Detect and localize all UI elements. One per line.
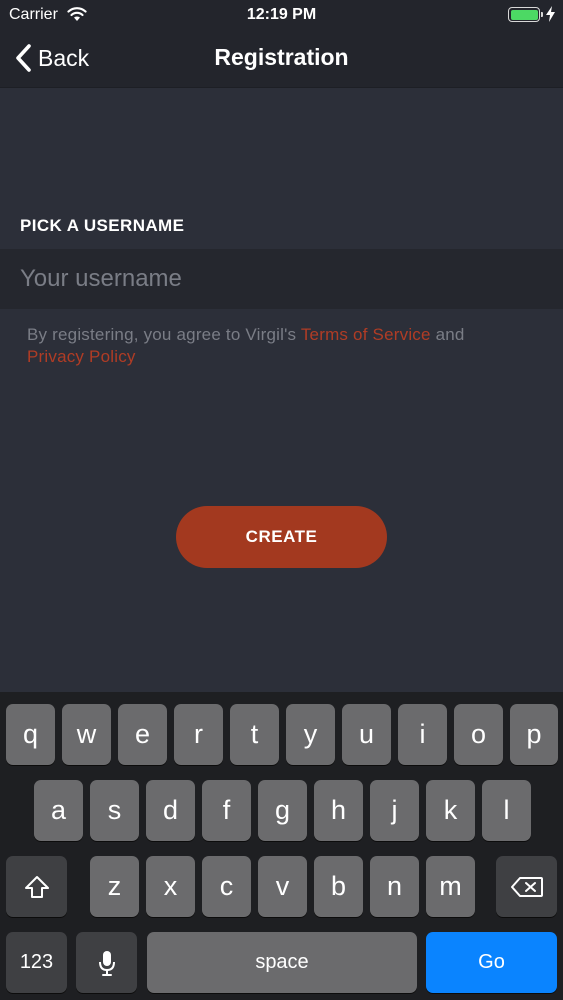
space-key[interactable]: space [147,932,417,993]
terms-notice: By registering, you agree to Virgil's Te… [27,324,537,368]
dictation-key[interactable] [76,932,137,993]
key-z[interactable]: z [90,856,139,917]
status-time: 12:19 PM [246,6,317,23]
backspace-key[interactable] [496,856,557,917]
key-a[interactable]: a [34,780,83,841]
status-bar: Carrier 12:19 PM [0,0,563,30]
key-v[interactable]: v [258,856,307,917]
key-o[interactable]: o [454,704,503,765]
key-m[interactable]: m [426,856,475,917]
key-c[interactable]: c [202,856,251,917]
key-u[interactable]: u [342,704,391,765]
username-field [0,249,563,309]
key-p[interactable]: p [510,704,558,765]
terms-of-service-link[interactable]: Terms of Service [301,325,431,344]
key-e[interactable]: e [118,704,167,765]
navigation-bar: Back Registration [0,30,563,88]
key-h[interactable]: h [314,780,363,841]
key-t[interactable]: t [230,704,279,765]
key-r[interactable]: r [174,704,223,765]
key-n[interactable]: n [370,856,419,917]
key-k[interactable]: k [426,780,475,841]
microphone-icon [98,950,115,976]
page-title: Registration [214,44,349,70]
key-q[interactable]: q [6,704,55,765]
key-b[interactable]: b [314,856,363,917]
key-y[interactable]: y [286,704,335,765]
key-l[interactable]: l [482,780,531,841]
username-section-label: PICK A USERNAME [20,216,185,235]
key-d[interactable]: d [146,780,195,841]
privacy-policy-link[interactable]: Privacy Policy [27,347,136,366]
key-j[interactable]: j [370,780,419,841]
key-x[interactable]: x [146,856,195,917]
key-i[interactable]: i [398,704,447,765]
terms-prefix: By registering, you agree to Virgil's [27,325,301,344]
key-f[interactable]: f [202,780,251,841]
keyboard: q w e r t y u i o p a s d f g h j k l z … [0,692,563,1000]
key-w[interactable]: w [62,704,111,765]
battery-icon [508,7,540,22]
go-key[interactable]: Go [426,932,557,993]
key-s[interactable]: s [90,780,139,841]
create-button[interactable]: CREATE [176,506,387,568]
backspace-icon [510,876,543,897]
terms-and: and [430,325,465,344]
battery-tip [541,12,543,17]
numbers-key[interactable]: 123 [6,932,67,993]
username-input[interactable] [20,249,540,309]
shift-key[interactable] [6,856,67,917]
shift-icon [24,875,49,898]
key-g[interactable]: g [258,780,307,841]
charging-bolt-icon [546,6,555,22]
